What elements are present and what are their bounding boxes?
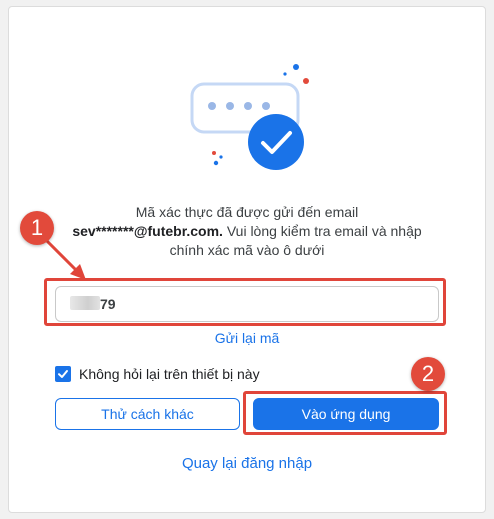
annotation-badge-2: 2 (411, 357, 445, 391)
annotation-arrow (42, 236, 86, 280)
annotation-badge-1: 1 (20, 211, 54, 245)
